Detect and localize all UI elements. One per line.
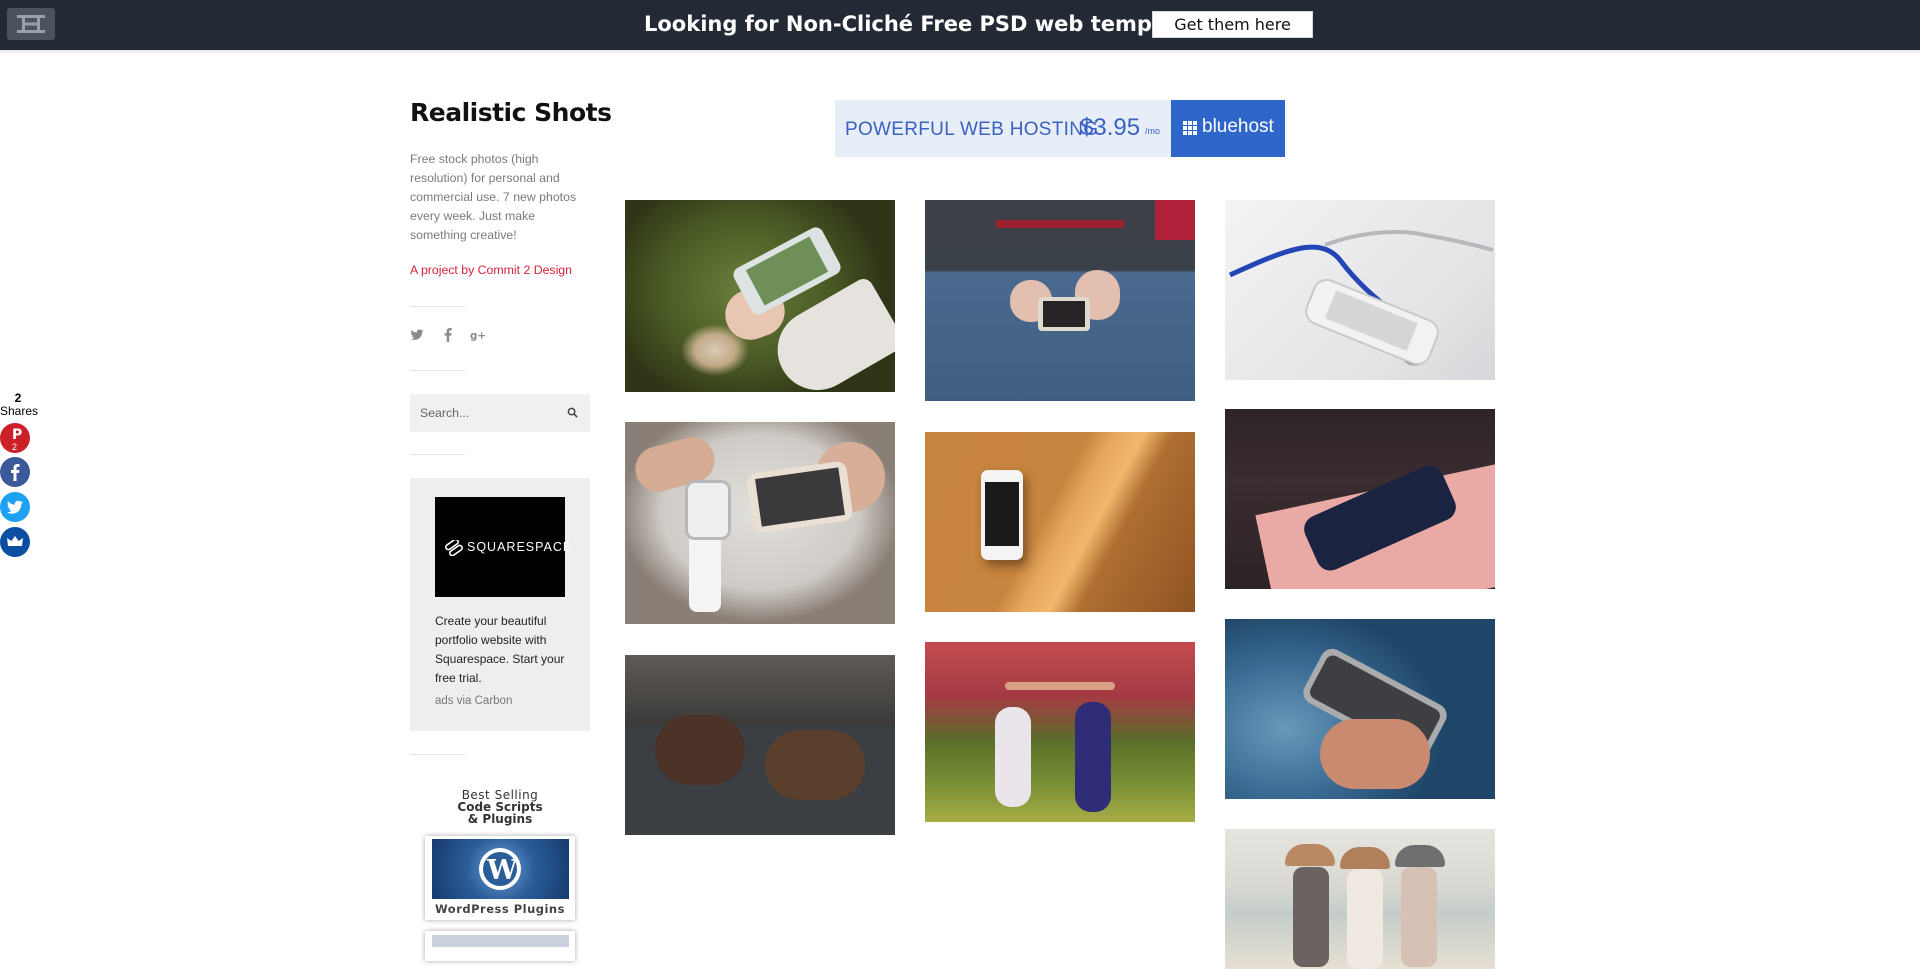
carbon-ad-via[interactable]: ads via Carbon (435, 695, 512, 707)
photo-hand-holding-phone[interactable] (1225, 619, 1495, 799)
carbon-ad-text[interactable]: Create your beautiful portfolio website … (435, 612, 570, 688)
hosting-price-period: /mo (1145, 126, 1161, 136)
search-icon[interactable] (567, 407, 578, 418)
wordpress-plugins-label: WordPress Plugins (435, 902, 565, 916)
photo-stethoscope-phone[interactable] (1225, 200, 1495, 380)
squarespace-ad-image[interactable]: SQUARESPACE (435, 497, 571, 597)
divider (410, 370, 465, 371)
wordpress-plugins-card[interactable]: W WordPress Plugins (425, 836, 575, 920)
svg-text:W: W (486, 855, 518, 886)
twitter-icon[interactable] (410, 328, 424, 342)
banner-headline: Looking for Non-Cliché Free PSD web temp… (644, 12, 1223, 36)
hosting-price: $3.95 (1080, 114, 1141, 141)
photo-person-texting-jeans[interactable] (925, 200, 1195, 401)
site-description: Free stock photos (high resolution) for … (410, 152, 577, 242)
divider (410, 306, 465, 307)
promo-heading: Best Selling Code Scripts & Plugins (410, 789, 590, 825)
sumo-crown-icon (0, 527, 30, 557)
share-counter: 2 Shares (0, 392, 39, 418)
svg-text:g+: g+ (470, 330, 486, 342)
top-banner: Looking for Non-Cliché Free PSD web temp… (0, 0, 1920, 50)
site-title[interactable]: Realistic Shots (410, 98, 612, 127)
bluehost-brand: bluehost (1202, 116, 1274, 137)
svg-text:P: P (12, 427, 22, 443)
photo-phone-autumn-leaf[interactable] (625, 200, 895, 392)
platinum-card-image (432, 935, 569, 947)
photo-girls-on-car[interactable] (625, 655, 895, 835)
squarespace-brand: SQUARESPACE (467, 540, 573, 554)
google-plus-icon[interactable]: g+ (470, 328, 486, 342)
divider (410, 454, 465, 455)
bluehost-logo: bluehost (1171, 100, 1285, 157)
twitter-share-button[interactable] (0, 492, 30, 522)
facebook-icon (0, 457, 30, 487)
platinum-plugins-card[interactable] (425, 931, 575, 961)
bluehost-banner-ad[interactable]: POWERFUL WEB HOSTING $3.95 /mo bluehost (835, 100, 1285, 157)
search-form (410, 394, 590, 432)
facebook-icon[interactable] (443, 328, 453, 342)
twitter-icon (0, 492, 30, 522)
divider (410, 754, 465, 755)
photo-smartwatch-phone[interactable] (625, 422, 895, 624)
wordpress-plugins-image: W (432, 839, 569, 899)
photo-phone-wooden-table[interactable] (925, 432, 1195, 612)
promo-line-3: & Plugins (467, 812, 533, 826)
share-label: Shares (0, 404, 39, 418)
carbon-ad: SQUARESPACE Create your beautiful portfo… (410, 478, 590, 731)
get-templates-button[interactable]: Get them here (1152, 11, 1313, 38)
pinterest-icon: P 2 (0, 423, 30, 453)
pinterest-share-button[interactable]: P 2 (0, 423, 30, 453)
bluehost-grid-icon (1183, 121, 1197, 135)
photo-phone-pink-notebook[interactable] (1225, 409, 1495, 589)
squarespace-logo-icon (445, 540, 463, 556)
site-logo-icon[interactable] (7, 8, 55, 40)
photo-girls-beach-hats[interactable] (1225, 829, 1495, 969)
wordpress-logo-icon: W (479, 848, 521, 890)
photo-girls-meadow[interactable] (925, 642, 1195, 822)
search-input[interactable] (420, 403, 560, 423)
banner-shadow (0, 50, 1920, 54)
facebook-share-button[interactable] (0, 457, 30, 487)
pinterest-share-count: 2 (12, 442, 17, 452)
hosting-tagline: POWERFUL WEB HOSTING (845, 119, 1099, 140)
project-link[interactable]: A project by Commit 2 Design (410, 263, 572, 277)
sumo-share-button[interactable] (0, 527, 30, 557)
